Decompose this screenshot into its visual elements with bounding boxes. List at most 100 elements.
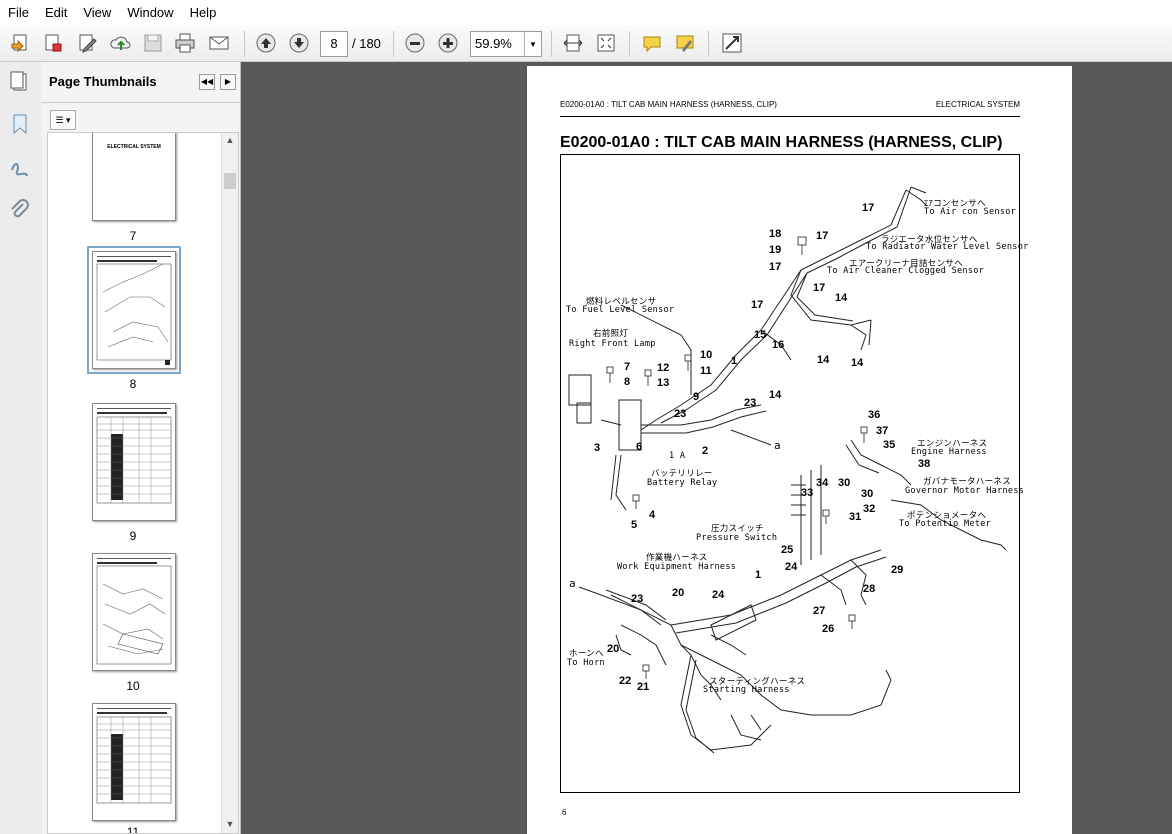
thumbnail-header: ELECTRICAL SYSTEM — [107, 144, 161, 150]
label-starting-en: Starting Harness — [703, 685, 790, 695]
panel-menu-button[interactable]: ▶ — [220, 74, 236, 90]
print-icon[interactable] — [172, 30, 198, 56]
callout-number: 26 — [822, 623, 835, 635]
label-aircleaner-en: To Air Cleaner Clogged Sensor — [827, 266, 985, 276]
callout-number: 14 — [851, 357, 864, 369]
callout-number: 3 — [594, 442, 601, 454]
toolbar: 8 / 180 59.9% ▼ — [0, 26, 1172, 62]
label-horn-en: To Horn — [567, 658, 605, 668]
thumbnail-page-7[interactable]: ELECTRICAL SYSTEM — [92, 133, 176, 221]
menu-window[interactable]: Window — [119, 0, 181, 26]
callout-number: 28 — [863, 583, 876, 595]
label-engine-en: Engine Harness — [911, 447, 987, 457]
zoom-value: 59.9% — [475, 36, 512, 51]
page-number: 6 — [562, 808, 567, 817]
page-title: E0200-01A0 : TILT CAB MAIN HARNESS (HARN… — [560, 134, 1003, 151]
page-thumbnails-panel: Page Thumbnails ◀◀ ▶ ☰ ▾ ELECTRICAL SYST… — [42, 62, 241, 834]
callout-number: 32 — [863, 503, 876, 515]
callout-number: 33 — [801, 487, 814, 499]
callout-number: 25 — [781, 544, 794, 556]
callout-number: 15 — [754, 329, 767, 341]
callout-number: 17 — [816, 230, 829, 242]
zoom-out-icon[interactable] — [402, 30, 428, 56]
callout-number: 31 — [849, 511, 862, 523]
label-relay-en: Battery Relay — [647, 478, 718, 488]
thumbnail-number: 10 — [126, 679, 140, 693]
callout-number: 13 — [657, 377, 670, 389]
fit-page-icon[interactable] — [593, 30, 619, 56]
thumbnail-page-9[interactable] — [92, 403, 176, 521]
callout-number: 9 — [693, 391, 700, 403]
callout-number: 30 — [861, 488, 874, 500]
menu-file[interactable]: File — [0, 0, 37, 26]
thumbnail-scrollbar[interactable]: ▲ ▼ — [221, 133, 238, 833]
menu-help[interactable]: Help — [182, 0, 225, 26]
comment-icon[interactable] — [639, 30, 665, 56]
callout-number: 37 — [876, 425, 889, 437]
zoom-select[interactable]: 59.9% ▼ — [470, 31, 542, 57]
callout-number: 34 — [816, 477, 829, 489]
callout-number: 36 — [868, 409, 881, 421]
open-icon[interactable] — [8, 30, 34, 56]
callout-number: 18 — [769, 228, 782, 240]
harness-diagram: ｴｱコンセンサへ To Air con Sensor ラジエータ水位センサへ T… — [560, 154, 1028, 793]
page-header-right: ELECTRICAL SYSTEM — [935, 100, 1020, 109]
scroll-down-icon[interactable]: ▼ — [222, 819, 238, 833]
label-governor-en: Governor Motor Harness — [905, 486, 1025, 496]
next-page-icon[interactable] — [286, 30, 312, 56]
callout-number: 12 — [657, 362, 670, 374]
callout-number: 23 — [744, 397, 757, 409]
callout-number: 23 — [674, 408, 687, 420]
page-thumbnails-icon[interactable] — [8, 70, 32, 94]
collapse-panel-button[interactable]: ◀◀ — [199, 74, 215, 90]
save-icon[interactable] — [140, 30, 166, 56]
callout-number: 5 — [631, 519, 638, 531]
callout-number: 22 — [619, 675, 632, 687]
menu-view[interactable]: View — [75, 0, 119, 26]
label-frontlamp-jp: 右前照灯 — [593, 329, 629, 339]
fullscreen-icon[interactable] — [719, 30, 745, 56]
document-viewer[interactable]: E0200-01A0 : TILT CAB MAIN HARNESS (HARN… — [241, 62, 1172, 834]
callout-number: 30 — [838, 477, 851, 489]
callout-number: 17 — [769, 261, 782, 273]
attachments-icon[interactable] — [8, 198, 32, 222]
edit-icon[interactable] — [74, 30, 100, 56]
callout-number: 1 — [731, 355, 738, 367]
page-number-input[interactable]: 8 — [320, 31, 348, 57]
scroll-up-icon[interactable]: ▲ — [222, 135, 238, 149]
callout-number: 16 — [772, 339, 785, 351]
callout-number: 35 — [883, 439, 896, 451]
label-a-left: a — [569, 577, 576, 590]
callout-number: 8 — [624, 376, 631, 388]
menu-edit[interactable]: Edit — [37, 0, 75, 26]
create-pdf-icon[interactable] — [40, 30, 66, 56]
label-frontlamp-en: Right Front Lamp — [569, 339, 656, 349]
bookmarks-icon[interactable] — [8, 112, 32, 136]
thumbnail-options-button[interactable]: ☰ ▾ — [50, 110, 76, 130]
thumbnail-page-8[interactable] — [87, 246, 181, 374]
label-workeq-en: Work Equipment Harness — [617, 562, 737, 572]
callout-number: 23 — [631, 593, 644, 605]
callout-number: 1 — [755, 569, 762, 581]
zoom-in-icon[interactable] — [435, 30, 461, 56]
label-fuel-en: To Fuel Level Sensor — [566, 305, 675, 315]
navigation-pane-strip — [0, 62, 43, 834]
thumbnail-number: 11 — [126, 825, 140, 834]
scrollbar-thumb[interactable] — [224, 173, 236, 189]
highlight-icon[interactable] — [672, 30, 698, 56]
callout-number: 14 — [817, 354, 830, 366]
upload-cloud-icon[interactable] — [108, 30, 134, 56]
callout-number: 2 — [702, 445, 709, 457]
chevron-down-icon[interactable]: ▼ — [524, 32, 541, 56]
signatures-icon[interactable] — [8, 156, 32, 180]
callout-number: 27 — [813, 605, 826, 617]
page-header-left: E0200-01A0 : TILT CAB MAIN HARNESS (HARN… — [560, 100, 777, 109]
page-count: / 180 — [352, 36, 381, 51]
fit-width-icon[interactable] — [560, 30, 586, 56]
email-icon[interactable] — [206, 30, 232, 56]
thumbnail-page-10[interactable] — [92, 553, 176, 671]
previous-page-icon[interactable] — [253, 30, 279, 56]
callout-number: 6 — [636, 441, 643, 453]
label-aircon-en: To Air con Sensor — [924, 207, 1017, 217]
thumbnail-page-11[interactable] — [92, 703, 176, 821]
